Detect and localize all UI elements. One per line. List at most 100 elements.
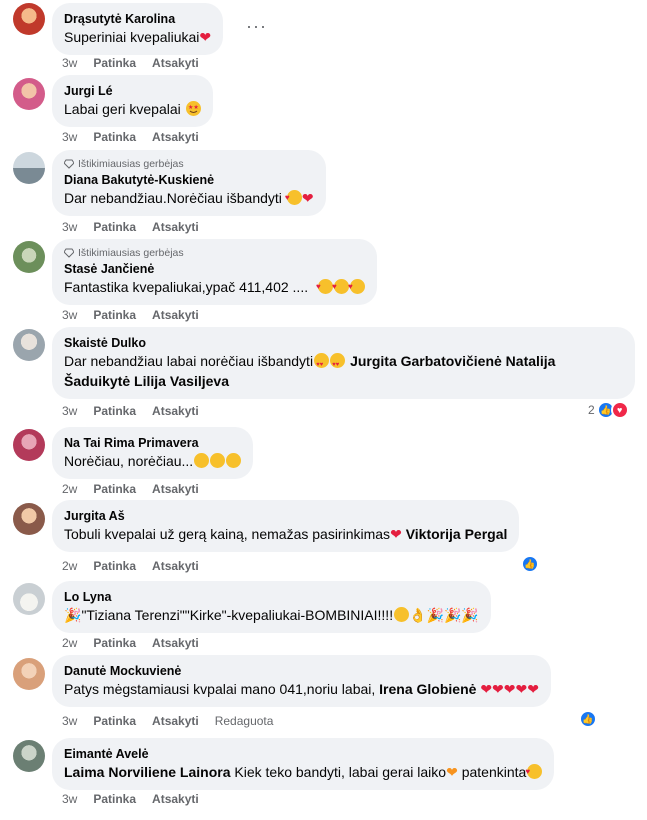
- top-fan-badge: Ištikimiausias gerbėjas: [64, 158, 314, 170]
- avatar[interactable]: [13, 152, 45, 184]
- comment-author[interactable]: Skaistė Dulko: [64, 335, 623, 351]
- reply-button[interactable]: Atsakyti: [152, 220, 199, 234]
- comment-actions: 2w Patinka Atsakyti: [62, 482, 199, 496]
- heart-emoji-icon: ❤: [492, 681, 504, 697]
- comment-text: Norėčiau, norėčiau...: [64, 451, 242, 471]
- smiling-face-with-hearts-emoji-icon: ♥: [348, 279, 365, 294]
- comment-time[interactable]: 3w: [62, 714, 77, 728]
- comment-bubble: Eimantė Avelė Laima Norviliene Lainora K…: [52, 738, 555, 790]
- hugging-face-emoji-icon: [194, 453, 210, 468]
- comment-author[interactable]: Diana Bakutytė-Kuskienė: [64, 172, 314, 188]
- avatar[interactable]: [13, 241, 45, 273]
- ok-hand-emoji-icon: 👌: [409, 607, 427, 623]
- comment-time[interactable]: 3w: [62, 404, 77, 418]
- orange-heart-emoji-icon: ❤: [446, 764, 458, 780]
- reply-button[interactable]: Atsakyti: [152, 636, 199, 650]
- comment-actions: 3w Patinka Atsakyti: [62, 56, 199, 70]
- like-button[interactable]: Patinka: [93, 559, 136, 573]
- reply-button[interactable]: Atsakyti: [152, 56, 199, 70]
- mention-link[interactable]: Šaduikytė: [64, 373, 130, 389]
- reply-button[interactable]: Atsakyti: [152, 792, 199, 806]
- like-button[interactable]: Patinka: [93, 56, 136, 70]
- comment-actions: 3w Patinka Atsakyti: [62, 220, 199, 234]
- reaction-summary[interactable]: 2 👍 ♥: [588, 401, 629, 419]
- heart-emoji-icon: ❤: [199, 29, 212, 45]
- comment-author[interactable]: Lo Lyna: [64, 589, 479, 605]
- comment-bubble: Danutė Mockuvienė Patys mėgstamiausi kvp…: [52, 655, 551, 707]
- comment-author[interactable]: Jurgita Aš: [64, 508, 507, 524]
- comment-bubble: Ištikimiausias gerbėjas Diana Bakutytė-K…: [52, 150, 326, 216]
- mention-link[interactable]: Jurgita Garbatovičienė: [350, 353, 502, 369]
- reaction-summary[interactable]: 👍: [521, 555, 539, 573]
- mention-link[interactable]: Viktorija Pergal: [406, 526, 508, 542]
- comment-time[interactable]: 3w: [62, 792, 77, 806]
- avatar[interactable]: [13, 503, 45, 535]
- like-button[interactable]: Patinka: [93, 404, 136, 418]
- comment-time[interactable]: 2w: [62, 482, 77, 496]
- reply-button[interactable]: Atsakyti: [152, 714, 199, 728]
- avatar[interactable]: [13, 658, 45, 690]
- reply-button[interactable]: Atsakyti: [152, 130, 199, 144]
- comment-time[interactable]: 2w: [62, 559, 77, 573]
- comment-time[interactable]: 3w: [62, 130, 77, 144]
- like-button[interactable]: Patinka: [93, 714, 136, 728]
- avatar[interactable]: [13, 740, 45, 772]
- like-button[interactable]: Patinka: [93, 130, 136, 144]
- mention-link[interactable]: Lilija Vasiljeva: [134, 373, 229, 389]
- reaction-summary[interactable]: 👍: [579, 710, 597, 728]
- avatar[interactable]: [13, 78, 45, 110]
- reply-button[interactable]: Atsakyti: [152, 559, 199, 573]
- mention-link[interactable]: Natalija: [506, 353, 556, 369]
- reply-button[interactable]: Atsakyti: [152, 404, 199, 418]
- comment-author[interactable]: Drąsutytė Karolina: [64, 11, 211, 27]
- like-button[interactable]: Patinka: [93, 482, 136, 496]
- smiling-face-with-hearts-emoji-icon: ♥: [525, 764, 543, 779]
- avatar[interactable]: [13, 329, 45, 361]
- sparkles-emoji-icon: 🎉🎉🎉: [426, 607, 479, 623]
- reply-button[interactable]: Atsakyti: [152, 482, 199, 496]
- heart-emoji-icon: ❤: [480, 681, 493, 697]
- love-reaction-icon: ♥: [610, 401, 629, 419]
- like-button[interactable]: Patinka: [93, 220, 136, 234]
- like-button[interactable]: Patinka: [93, 308, 136, 322]
- like-reaction-icon: 👍: [579, 710, 597, 728]
- like-button[interactable]: Patinka: [93, 792, 136, 806]
- comment-author[interactable]: Jurgi Lé: [64, 83, 201, 99]
- comment-author[interactable]: Na Tai Rima Primavera: [64, 435, 241, 451]
- comment-actions: 2w Patinka Atsakyti: [62, 559, 199, 573]
- heart-emoji-icon: ❤: [390, 526, 402, 542]
- more-options-icon[interactable]: ···: [246, 16, 267, 37]
- heart-emoji-icon: ❤: [515, 681, 528, 697]
- heart-emoji-icon: ❤: [301, 190, 314, 206]
- comment-text: 🎉"Tiziana Terenzi""Kirke"-kvepaliukai-BO…: [64, 607, 479, 623]
- comment-time[interactable]: 3w: [62, 220, 77, 234]
- comment-author[interactable]: Stasė Jančienė: [64, 261, 365, 277]
- comment-time[interactable]: 2w: [62, 636, 77, 650]
- avatar[interactable]: [13, 429, 45, 461]
- badge-label: Ištikimiausias gerbėjas: [78, 247, 184, 259]
- comment-actions: 3w Patinka Atsakyti: [62, 308, 199, 322]
- comment-bubble: Lo Lyna 🎉"Tiziana Terenzi""Kirke"-kvepal…: [52, 581, 491, 633]
- comment-author[interactable]: Eimantė Avelė: [64, 746, 542, 762]
- smiling-face-with-hearts-emoji-icon: ♥: [316, 279, 333, 294]
- comment-actions: 2w Patinka Atsakyti: [62, 636, 199, 650]
- hugging-face-emoji-icon: [210, 453, 226, 468]
- svg-text:★★: ★★: [188, 104, 199, 111]
- comment-time[interactable]: 3w: [62, 308, 77, 322]
- comment-bubble: Jurgita Aš Tobuli kvepalai už gerą kainą…: [52, 500, 520, 552]
- avatar[interactable]: [13, 583, 45, 615]
- heart-emoji-icon: ❤: [503, 681, 516, 697]
- comment-actions: 3w Patinka Atsakyti: [62, 130, 199, 144]
- comment-bubble: Jurgi Lé Labai geri kvepalai ★★: [52, 75, 213, 127]
- comment-author[interactable]: Danutė Mockuvienė: [64, 663, 539, 679]
- reply-button[interactable]: Atsakyti: [152, 308, 199, 322]
- avatar[interactable]: [13, 3, 45, 35]
- comment-text: Fantastika kvepaliukai,ypač 411,402 ....…: [64, 277, 365, 297]
- comment-bubble: Skaistė Dulko Dar nebandžiau labai norėč…: [52, 327, 635, 399]
- comment-time[interactable]: 3w: [62, 56, 77, 70]
- diamond-icon: [64, 248, 74, 258]
- mention-link[interactable]: Laima Norviliene Lainora: [64, 764, 231, 780]
- like-button[interactable]: Patinka: [93, 636, 136, 650]
- mention-link[interactable]: Irena Globienė: [379, 681, 476, 697]
- badge-label: Ištikimiausias gerbėjas: [78, 158, 184, 170]
